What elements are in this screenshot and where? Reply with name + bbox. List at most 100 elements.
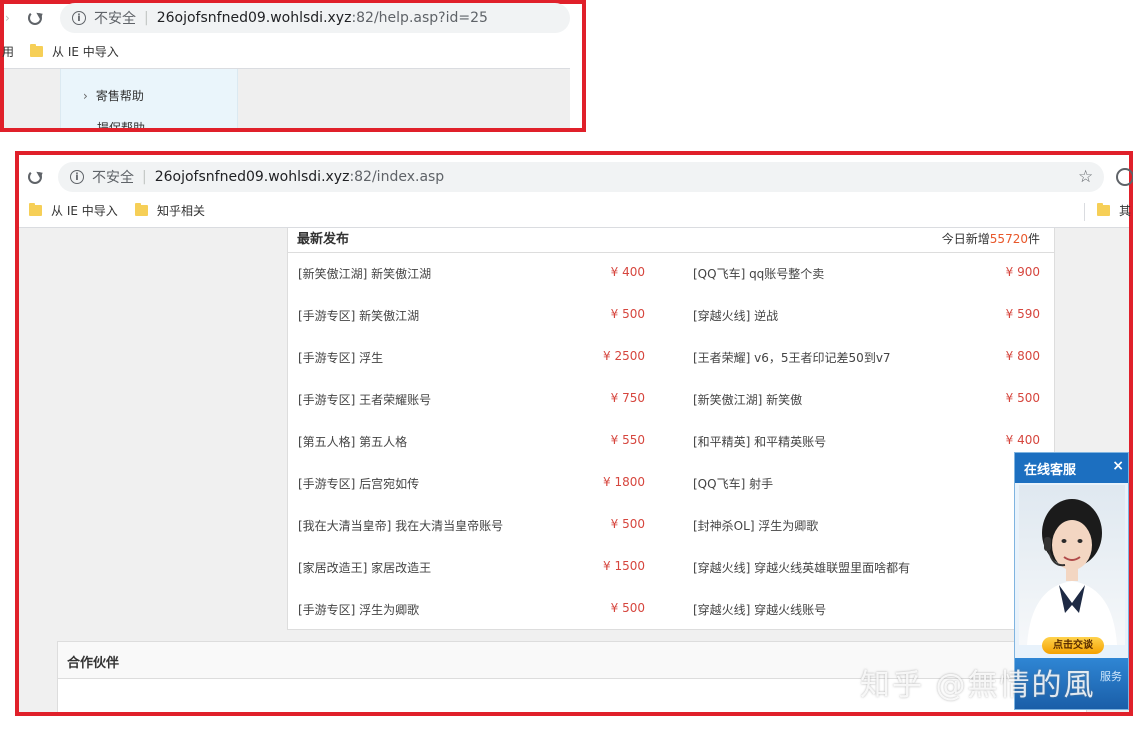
- listing-price: ¥ 1800: [603, 475, 645, 489]
- online-service-header: 在线客服 ×: [1015, 453, 1128, 483]
- count-prefix: 今日新增: [941, 232, 990, 246]
- listing-row[interactable]: [和平精英] 和平精英账号 ¥ 400: [693, 433, 1040, 453]
- top-bookmarks-bar: 用 从 IE 中导入: [2, 36, 570, 69]
- listing-row[interactable]: [QQ飞车] qq账号整个卖 ¥ 900: [693, 265, 1040, 285]
- listing-price: ¥ 590: [1005, 307, 1040, 321]
- url-path: :82/index.asp: [349, 169, 445, 185]
- listing-name[interactable]: [封神杀OL] 浮生为卿歌: [693, 519, 818, 533]
- security-label: 不安全: [94, 11, 136, 27]
- listing-name[interactable]: [我在大清当皇帝] 我在大清当皇帝账号: [298, 519, 503, 533]
- listing-row[interactable]: [第五人格] 第五人格 ¥ 550: [298, 433, 645, 453]
- help-item-label: 寄售帮助: [95, 89, 144, 103]
- listing-price: ¥ 500: [610, 601, 645, 615]
- listing-name[interactable]: [QQ飞车] 射手: [693, 477, 773, 491]
- listing-name[interactable]: [QQ飞车] qq账号整个卖: [693, 267, 824, 281]
- bookmark-other[interactable]: 其: [1097, 202, 1131, 219]
- help-item-guarantee[interactable]: 提保帮助: [97, 119, 145, 128]
- listing-row[interactable]: [手游专区] 后宫宛如传 ¥ 1800: [298, 475, 645, 495]
- bookmark-ie-import[interactable]: 从 IE 中导入: [30, 43, 119, 60]
- listing-row[interactable]: [手游专区] 王者荣耀账号 ¥ 750: [298, 391, 645, 411]
- help-item-consignment[interactable]: › 寄售帮助: [83, 87, 144, 104]
- main-page-content: 最新发布 今日新增55720件 [新笑傲江湖] 新笑傲江湖 ¥ 400 [QQ飞车]…: [19, 228, 1129, 712]
- agent-photo: [1019, 485, 1125, 645]
- listing-row[interactable]: [手游专区] 新笑傲江湖 ¥ 500: [298, 307, 645, 327]
- listing-name[interactable]: [和平精英] 和平精英账号: [693, 435, 826, 449]
- listing-name[interactable]: [穿越火线] 穿越火线账号: [693, 603, 826, 617]
- info-icon[interactable]: i: [72, 11, 86, 25]
- listing-price: ¥ 400: [610, 265, 645, 279]
- today-new-count: 今日新增55720件: [942, 230, 1040, 247]
- url-path: :82/help.asp?id=25: [351, 10, 488, 26]
- bookmark-label: 从 IE 中导入: [52, 45, 119, 59]
- listing-name[interactable]: [手游专区] 新笑傲江湖: [298, 309, 419, 323]
- latest-listings-panel: 最新发布 今日新增55720件 [新笑傲江湖] 新笑傲江湖 ¥ 400 [QQ飞车]…: [287, 228, 1055, 630]
- listing-name[interactable]: [新笑傲江湖] 新笑傲: [693, 393, 802, 407]
- main-address-bar[interactable]: i 不安全 | 26ojofsnfned09.wohlsdi.xyz:82/in…: [58, 162, 1104, 192]
- listing-row[interactable]: [王者荣耀] v6，5王者印记差50到v7 ¥ 800: [693, 349, 1040, 369]
- listing-name[interactable]: [家居改造王] 家居改造王: [298, 561, 431, 575]
- folder-icon: [1097, 203, 1110, 216]
- bookmark-label: 从 IE 中导入: [51, 204, 118, 218]
- bookmarks-divider: [1084, 203, 1085, 221]
- top-page-content: › 寄售帮助 提保帮助: [4, 69, 570, 128]
- listing-name[interactable]: [王者荣耀] v6，5王者印记差50到v7: [693, 351, 891, 365]
- bookmark-zhihu[interactable]: 知乎相关: [135, 202, 205, 219]
- help-sidebar: › 寄售帮助 提保帮助: [60, 69, 238, 128]
- top-address-bar[interactable]: i 不安全 | 26ojofsnfned09.wohlsdi.xyz:82/he…: [60, 3, 570, 33]
- listing-row[interactable]: [穿越火线] 穿越火线账号¥: [693, 601, 1040, 621]
- listing-price: ¥ 800: [1005, 349, 1040, 363]
- address-separator: |: [142, 169, 147, 185]
- zhihu-watermark: 知乎 @無情的風: [860, 668, 1096, 703]
- partners-title: 合作伙伴: [67, 656, 120, 671]
- main-bookmarks-bar: 从 IE 中导入 知乎相关 其: [19, 199, 1131, 228]
- listing-name[interactable]: [手游专区] 王者荣耀账号: [298, 393, 431, 407]
- main-browser-toolbar: i 不安全 | 26ojofsnfned09.wohlsdi.xyz:82/in…: [19, 155, 1133, 199]
- listing-row[interactable]: [手游专区] 浮生 ¥ 2500: [298, 349, 645, 369]
- reload-icon[interactable]: [28, 11, 42, 25]
- info-icon[interactable]: i: [70, 170, 84, 184]
- listing-row[interactable]: [我在大清当皇帝] 我在大清当皇帝账号 ¥ 500: [298, 517, 645, 537]
- latest-listings-title: 最新发布: [297, 232, 350, 247]
- online-service-title: 在线客服: [1024, 463, 1077, 478]
- listing-name[interactable]: [手游专区] 浮生为卿歌: [298, 603, 419, 617]
- forward-arrow-icon[interactable]: ›: [5, 11, 10, 25]
- close-icon[interactable]: ×: [1112, 458, 1124, 474]
- listing-row[interactable]: [新笑傲江湖] 新笑傲江湖 ¥ 400: [298, 265, 645, 285]
- star-bookmark-icon[interactable]: ☆: [1078, 167, 1093, 187]
- security-label: 不安全: [92, 170, 134, 186]
- listing-row[interactable]: [家居改造王] 家居改造王 ¥ 1500: [298, 559, 645, 579]
- url-host: 26ojofsnfned09.wohlsdi.xyz: [156, 10, 352, 26]
- listing-name[interactable]: [穿越火线] 逆战: [693, 309, 778, 323]
- listing-row[interactable]: [封神杀OL] 浮生为卿歌¥: [693, 517, 1040, 537]
- help-item-label: 提保帮助: [97, 121, 146, 128]
- listing-name[interactable]: [第五人格] 第五人格: [298, 435, 407, 449]
- start-chat-button[interactable]: 点击交谈: [1042, 637, 1104, 654]
- listing-price: ¥ 500: [610, 517, 645, 531]
- listing-row[interactable]: [手游专区] 浮生为卿歌 ¥ 500: [298, 601, 645, 621]
- bookmark-label: 用: [2, 45, 15, 59]
- count-suffix: 件: [1027, 232, 1040, 246]
- listing-name[interactable]: [手游专区] 浮生: [298, 351, 383, 365]
- listing-row[interactable]: [QQ飞车] 射手¥ 2: [693, 475, 1040, 495]
- listing-price: ¥ 500: [1005, 391, 1040, 405]
- bookmark-ie-import[interactable]: 从 IE 中导入: [29, 202, 118, 219]
- url-host: 26ojofsnfned09.wohlsdi.xyz: [154, 169, 350, 185]
- folder-icon: [135, 203, 148, 216]
- listing-price: ¥ 400: [1005, 433, 1040, 447]
- listing-name[interactable]: [新笑傲江湖] 新笑傲江湖: [298, 267, 431, 281]
- listing-name[interactable]: [穿越火线] 穿越火线英雄联盟里面啥都有: [693, 561, 910, 575]
- count-number: 55720: [989, 232, 1028, 246]
- listing-price: ¥ 550: [610, 433, 645, 447]
- listing-row[interactable]: [穿越火线] 穿越火线英雄联盟里面啥都有¥ 1: [693, 559, 1040, 579]
- bookmark-apps[interactable]: 用: [2, 43, 14, 60]
- listing-row[interactable]: [新笑傲江湖] 新笑傲 ¥ 500: [693, 391, 1040, 411]
- listing-row[interactable]: [穿越火线] 逆战 ¥ 590: [693, 307, 1040, 327]
- listing-name[interactable]: [手游专区] 后宫宛如传: [298, 477, 419, 491]
- listing-price: ¥ 500: [610, 307, 645, 321]
- folder-icon: [30, 44, 43, 57]
- folder-icon: [29, 203, 42, 216]
- profile-avatar-icon[interactable]: [1116, 168, 1133, 186]
- reload-icon[interactable]: [28, 170, 42, 184]
- bookmark-label: 知乎相关: [157, 204, 206, 218]
- listing-price: ¥ 750: [610, 391, 645, 405]
